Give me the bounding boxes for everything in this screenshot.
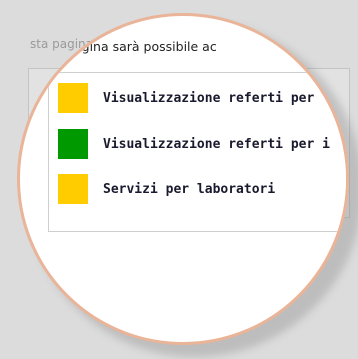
list-item[interactable]: Servizi per laboratori — [58, 174, 275, 204]
service-link[interactable]: Servizi per laboratori — [103, 182, 275, 197]
magnifier-lens: sta pagina sarà possibile ac Visualizzaz… — [17, 13, 349, 345]
list-item[interactable]: Visualizzazione referti per — [58, 83, 314, 113]
list-item[interactable]: Visualizzazione referti per i — [58, 129, 330, 159]
status-square — [58, 129, 88, 159]
status-square — [58, 174, 88, 204]
service-link[interactable]: Visualizzazione referti per — [103, 91, 314, 106]
service-link[interactable]: Visualizzazione referti per i — [103, 137, 330, 152]
intro-text: sta pagina sarà possibile ac — [43, 39, 217, 54]
status-square — [58, 83, 88, 113]
services-list: Visualizzazione referti per Visualizzazi… — [48, 72, 346, 232]
